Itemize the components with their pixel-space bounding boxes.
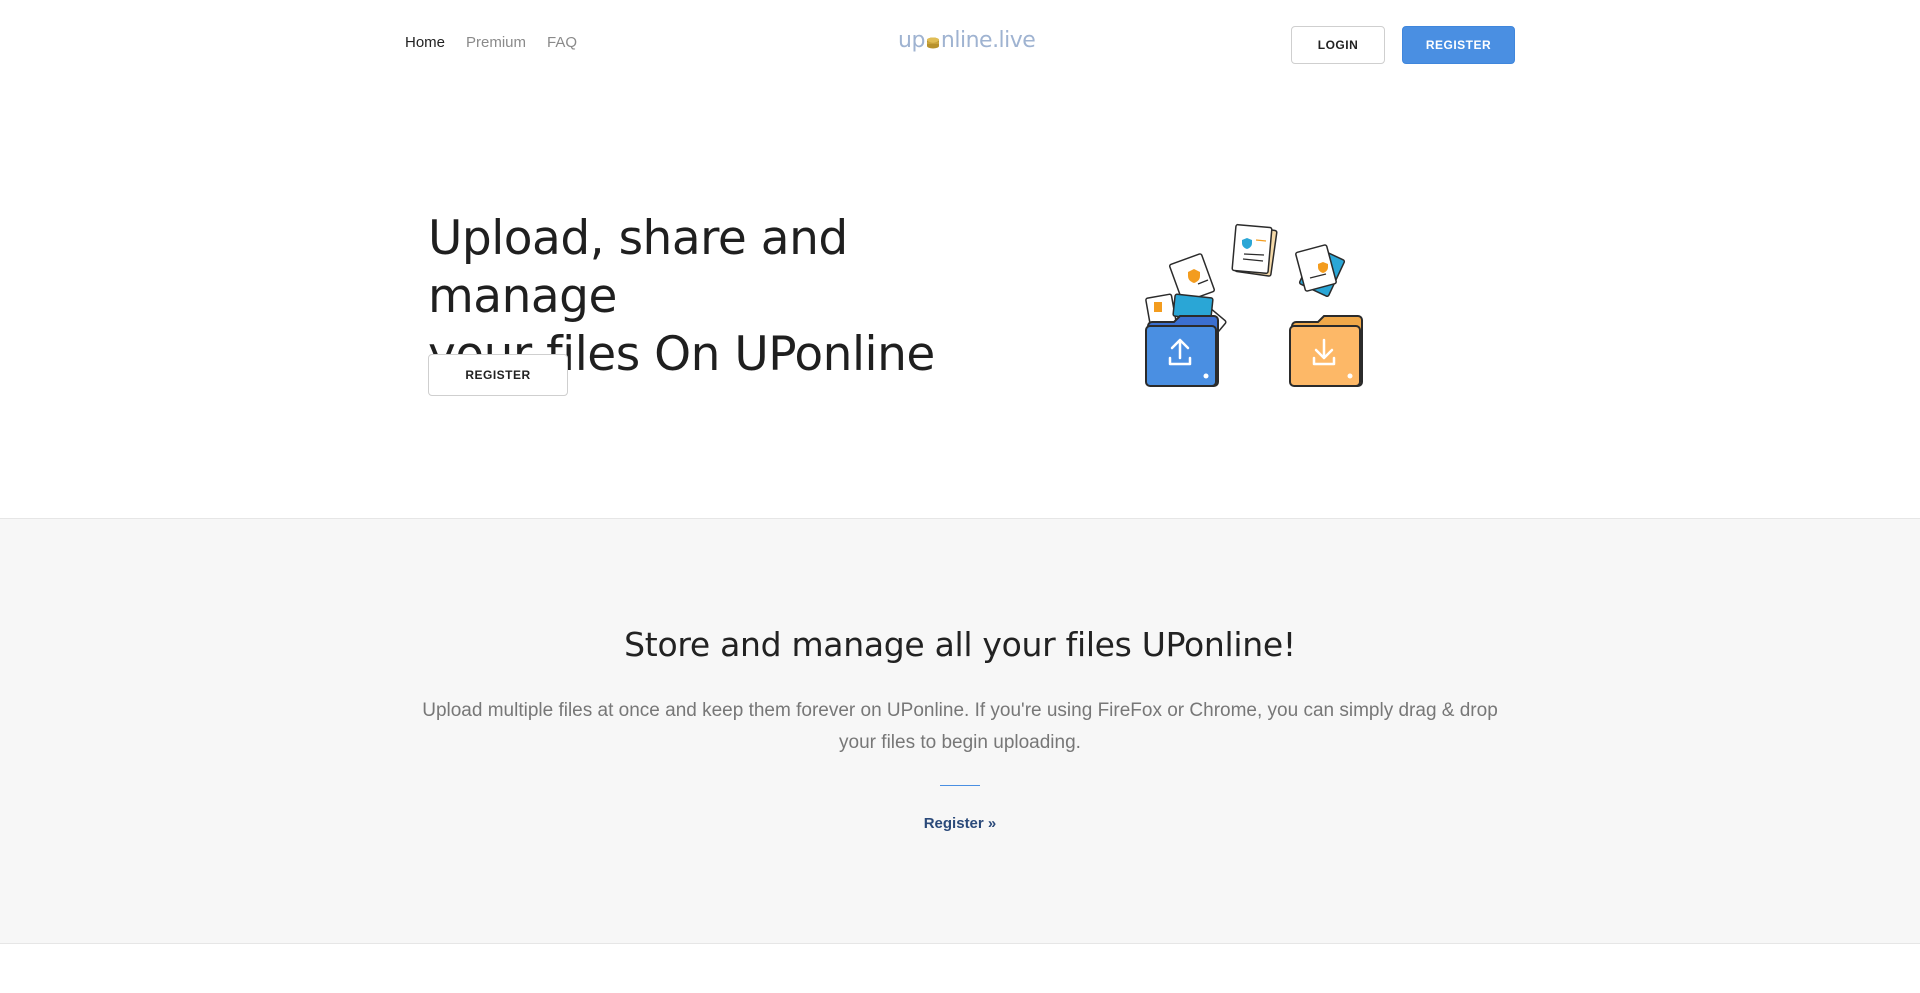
download-folder-icon (1289, 315, 1363, 387)
login-button[interactable]: LOGIN (1291, 26, 1385, 64)
hero-title-line-1: Upload, share and manage (428, 211, 848, 324)
features-heading: Store and manage all your files UPonline… (624, 625, 1296, 664)
nav-premium[interactable]: Premium (466, 34, 526, 51)
features-description: Upload multiple files at once and keep t… (422, 700, 1498, 753)
register-button[interactable]: REGISTER (1402, 26, 1515, 64)
site-logo[interactable]: up nline.live (898, 28, 1036, 53)
hero-register-button[interactable]: REGISTER (428, 354, 568, 396)
section-divider (940, 785, 980, 786)
upload-folder-icon (1145, 315, 1219, 387)
register-link[interactable]: Register » (0, 815, 1920, 832)
logo-text-start: up (898, 28, 925, 53)
top-bar: Home Premium FAQ up nline.live LOGIN REG… (0, 0, 1920, 90)
nav-faq[interactable]: FAQ (547, 34, 577, 51)
logo-text-end: nline.live (940, 28, 1036, 53)
main-nav: Home Premium FAQ (405, 34, 577, 51)
nav-home[interactable]: Home (405, 34, 445, 51)
file-sharing-illustration (1145, 223, 1363, 387)
features-section: Store and manage all your files UPonline… (0, 518, 1920, 944)
coin-stack-icon (926, 37, 939, 48)
